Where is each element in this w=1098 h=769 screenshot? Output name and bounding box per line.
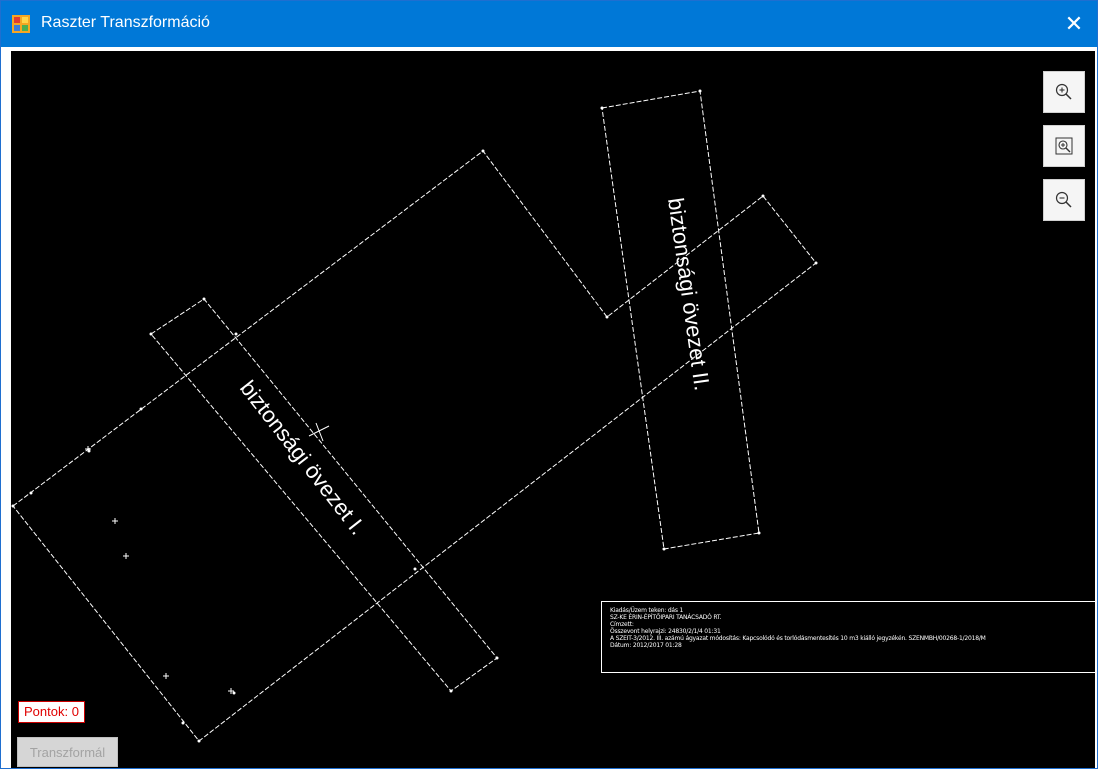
raster-canvas[interactable]: biztonsági övezet I. biztonsági övezet I…: [11, 51, 1095, 768]
transform-button[interactable]: Transzformál: [17, 737, 118, 767]
close-icon: ✕: [1064, 11, 1084, 36]
title-block-line: Kiadás/Üzem teken: dás 1: [610, 607, 684, 614]
title-block-line: Dátum: 2012/2017 01:28: [610, 642, 682, 649]
zoom-extent-icon: [1055, 137, 1073, 155]
title-block-line: SZ-KE ÉRIN-ÉPÍTŐIPARI TANÁCSADÓ RT.: [610, 614, 722, 621]
close-button[interactable]: ✕: [1051, 1, 1097, 47]
zoom-out-button[interactable]: [1043, 179, 1085, 221]
zoom-extent-button[interactable]: [1043, 125, 1085, 167]
zoom-out-icon: [1055, 191, 1072, 208]
title-block-line: A SZEIT-3/2012. III. azámú ágyazat módos…: [610, 635, 986, 642]
zoom-in-button[interactable]: [1043, 71, 1085, 113]
app-icon: [12, 15, 30, 33]
window-title: Raszter Transzformáció: [41, 14, 210, 31]
zoom-in-icon: [1055, 83, 1072, 100]
zone-2-label: biztonsági övezet II.: [663, 196, 715, 392]
title-block-box: Kiadás/Üzem teken: dás 1 SZ-KE ÉRIN-ÉPÍT…: [601, 601, 1095, 673]
raster-transform-window: Raszter Transzformáció ✕ biztonsági övez…: [0, 0, 1098, 769]
title-bar[interactable]: Raszter Transzformáció ✕: [1, 1, 1097, 47]
points-counter: Pontok: 0: [18, 701, 85, 723]
title-block-line: Összevont helyrajzi: 24830/2/1/4 01:31: [610, 628, 721, 635]
title-block-line: Címzett:: [610, 621, 634, 628]
